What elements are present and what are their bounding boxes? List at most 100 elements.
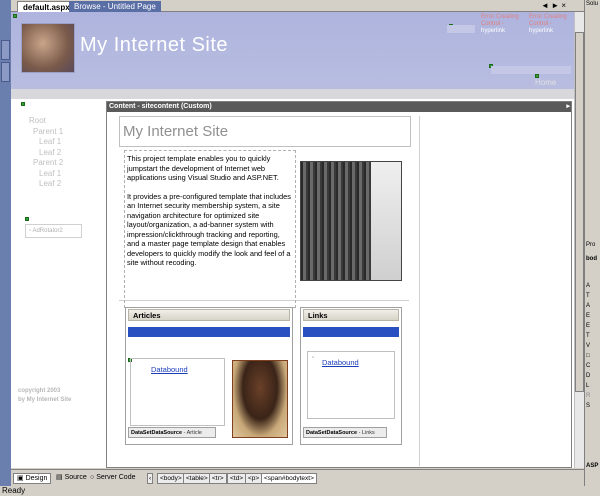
links-databound-link[interactable]: Databound [322, 358, 359, 367]
smart-tag-icon[interactable] [13, 14, 17, 18]
tab-server-code[interactable]: ○ Server Code [87, 473, 138, 484]
tree-node-leaf[interactable]: Leaf 2 [29, 179, 63, 190]
tree-node-parent[interactable]: Parent 2 [29, 158, 63, 169]
body-paragraph-1: This project template enables you to qui… [127, 154, 279, 182]
links-bar [303, 327, 399, 337]
tree-node-leaf[interactable]: Leaf 2 [29, 148, 63, 159]
error-control-2[interactable]: Error Creating Control - hyperlink [529, 14, 567, 44]
body-paragraph-2: It provides a pre-configured template th… [127, 191, 291, 268]
ds-name: DataSetDataSource [131, 430, 183, 436]
copyright-line2: by My Internet Site [18, 397, 72, 403]
bullet-icon: ▫ [312, 355, 315, 361]
site-header: My Internet Site Error Creating Control … [11, 12, 574, 89]
prop-label: E [586, 323, 591, 329]
articles-datasource[interactable]: DataSetDataSource - Article [128, 427, 216, 438]
content-placeholder[interactable]: Content - sitecontent (Custom) ▸ My Inte… [106, 101, 572, 468]
design-canvas[interactable]: My Internet Site Error Creating Control … [11, 12, 574, 468]
crumb-span-bodytext[interactable]: <span#bodytext> [261, 473, 317, 484]
ds-suffix: - Article [182, 430, 202, 436]
prop-label: E [586, 313, 591, 319]
toolbox-tab[interactable] [1, 40, 10, 60]
adrotator-label: AdRotator2 [32, 228, 63, 234]
articles-datalist[interactable]: Databound [130, 358, 225, 426]
tab-controls[interactable]: ◄ ► × [541, 1, 566, 10]
tab-server-code-label: Server Code [96, 474, 136, 481]
tab-source[interactable]: ▤ Source [53, 473, 90, 484]
prop-label: □ [586, 353, 590, 359]
error-title: Error Creating Control - [481, 14, 519, 27]
source-icon: ▤ [56, 474, 65, 481]
page-title-cell[interactable]: My Internet Site [119, 116, 411, 147]
crumb-tr[interactable]: <tr> [209, 473, 227, 484]
error-control-1[interactable]: Error Creating Control - hyperlink [481, 14, 519, 44]
login-status-control[interactable] [491, 66, 571, 74]
building-photo [300, 161, 402, 281]
view-bar: ▣ Design ▤ Source ○ Server Code ‹ <body>… [11, 469, 584, 486]
placeholder-title: Content - sitecontent (Custom) [109, 103, 212, 110]
adrotator-control[interactable]: ▫ AdRotator2 [25, 224, 82, 238]
document-tab-bar: default.aspx Browse - Untitled Page ◄ ► … [11, 0, 584, 12]
crumb-scroll-left-icon[interactable]: ‹ [147, 473, 154, 484]
tree-node-root[interactable]: Root [29, 116, 63, 127]
properties-title[interactable]: Pro [586, 242, 595, 248]
design-icon: ▣ [17, 475, 26, 482]
error-sub: hyperlink [529, 28, 554, 34]
crumb-body[interactable]: <body> [157, 473, 185, 484]
vertical-scrollbar[interactable] [574, 12, 584, 468]
tab-design[interactable]: ▣ Design [13, 473, 52, 484]
man-reading-photo [232, 360, 288, 438]
server-explorer-tab[interactable] [1, 62, 10, 82]
home-link[interactable]: Home [535, 78, 556, 87]
tab-browse-untitled[interactable]: Browse - Untitled Page [69, 1, 161, 12]
prop-label: A [586, 303, 591, 309]
tab-source-label: Source [64, 474, 87, 481]
links-panel[interactable]: Links ▫ Databound DataSetDataSource - Li… [300, 307, 402, 445]
sidebar-treeview[interactable]: Root Parent 1 Leaf 1 Leaf 2 Parent 2 Lea… [29, 116, 63, 190]
copyright-line1: copyright 2003 [18, 388, 61, 394]
prop-label: V [586, 343, 591, 349]
header-separator [11, 89, 574, 99]
crumb-p[interactable]: <p> [245, 473, 263, 484]
prop-label: L [586, 383, 590, 389]
prop-label: T [586, 333, 590, 339]
tab-design-label: Design [25, 475, 48, 482]
tree-node-leaf[interactable]: Leaf 1 [29, 169, 63, 180]
articles-header: Articles [128, 309, 290, 321]
tree-node-leaf[interactable]: Leaf 1 [29, 137, 63, 148]
scroll-thumb[interactable] [575, 32, 584, 392]
links-list[interactable]: ▫ Databound [307, 351, 395, 419]
prop-label: D [586, 373, 591, 379]
error-sub: hyperlink [481, 28, 506, 34]
table-gridline [419, 116, 420, 466]
error-title: Error Creating Control - [529, 14, 567, 27]
content-placeholder-header: Content - sitecontent (Custom) ▸ [107, 102, 571, 112]
header-control[interactable] [447, 25, 475, 33]
status-bar: Ready [0, 486, 600, 496]
prop-label: C [586, 363, 591, 369]
site-title: My Internet Site [80, 34, 229, 56]
right-dock-panel[interactable]: Solu Pro bod A T A E E T V □ C D L R S A… [584, 0, 600, 486]
prop-label: A [586, 283, 591, 289]
links-datasource[interactable]: DataSetDataSource - Links [303, 427, 387, 438]
prop-label: R [586, 393, 591, 399]
smart-tag-arrow-icon[interactable]: ▸ [566, 102, 570, 112]
smart-tag-icon[interactable] [25, 217, 29, 221]
tab-default-aspx[interactable]: default.aspx [17, 1, 76, 12]
crumb-td[interactable]: <td> [227, 473, 247, 484]
prop-label: T [586, 293, 590, 299]
globe-logo [21, 23, 75, 73]
properties-object: bod [586, 256, 597, 262]
body-text-span[interactable]: This project template enables you to qui… [124, 150, 296, 308]
ds-name: DataSetDataSource [306, 430, 358, 436]
smart-tag-icon[interactable] [21, 102, 25, 106]
crumb-table[interactable]: <table> [183, 473, 211, 484]
copyright: copyright 2003 by My Internet Site [18, 387, 71, 405]
prop-label: S [586, 403, 591, 409]
toolbox-strip[interactable] [0, 0, 11, 486]
tree-node-parent[interactable]: Parent 1 [29, 127, 63, 138]
articles-bar [128, 327, 290, 337]
solution-explorer-title[interactable]: Solu [586, 1, 598, 7]
articles-databound-link[interactable]: Databound [151, 365, 188, 374]
links-header: Links [303, 309, 399, 321]
ds-suffix: - Links [357, 430, 375, 436]
